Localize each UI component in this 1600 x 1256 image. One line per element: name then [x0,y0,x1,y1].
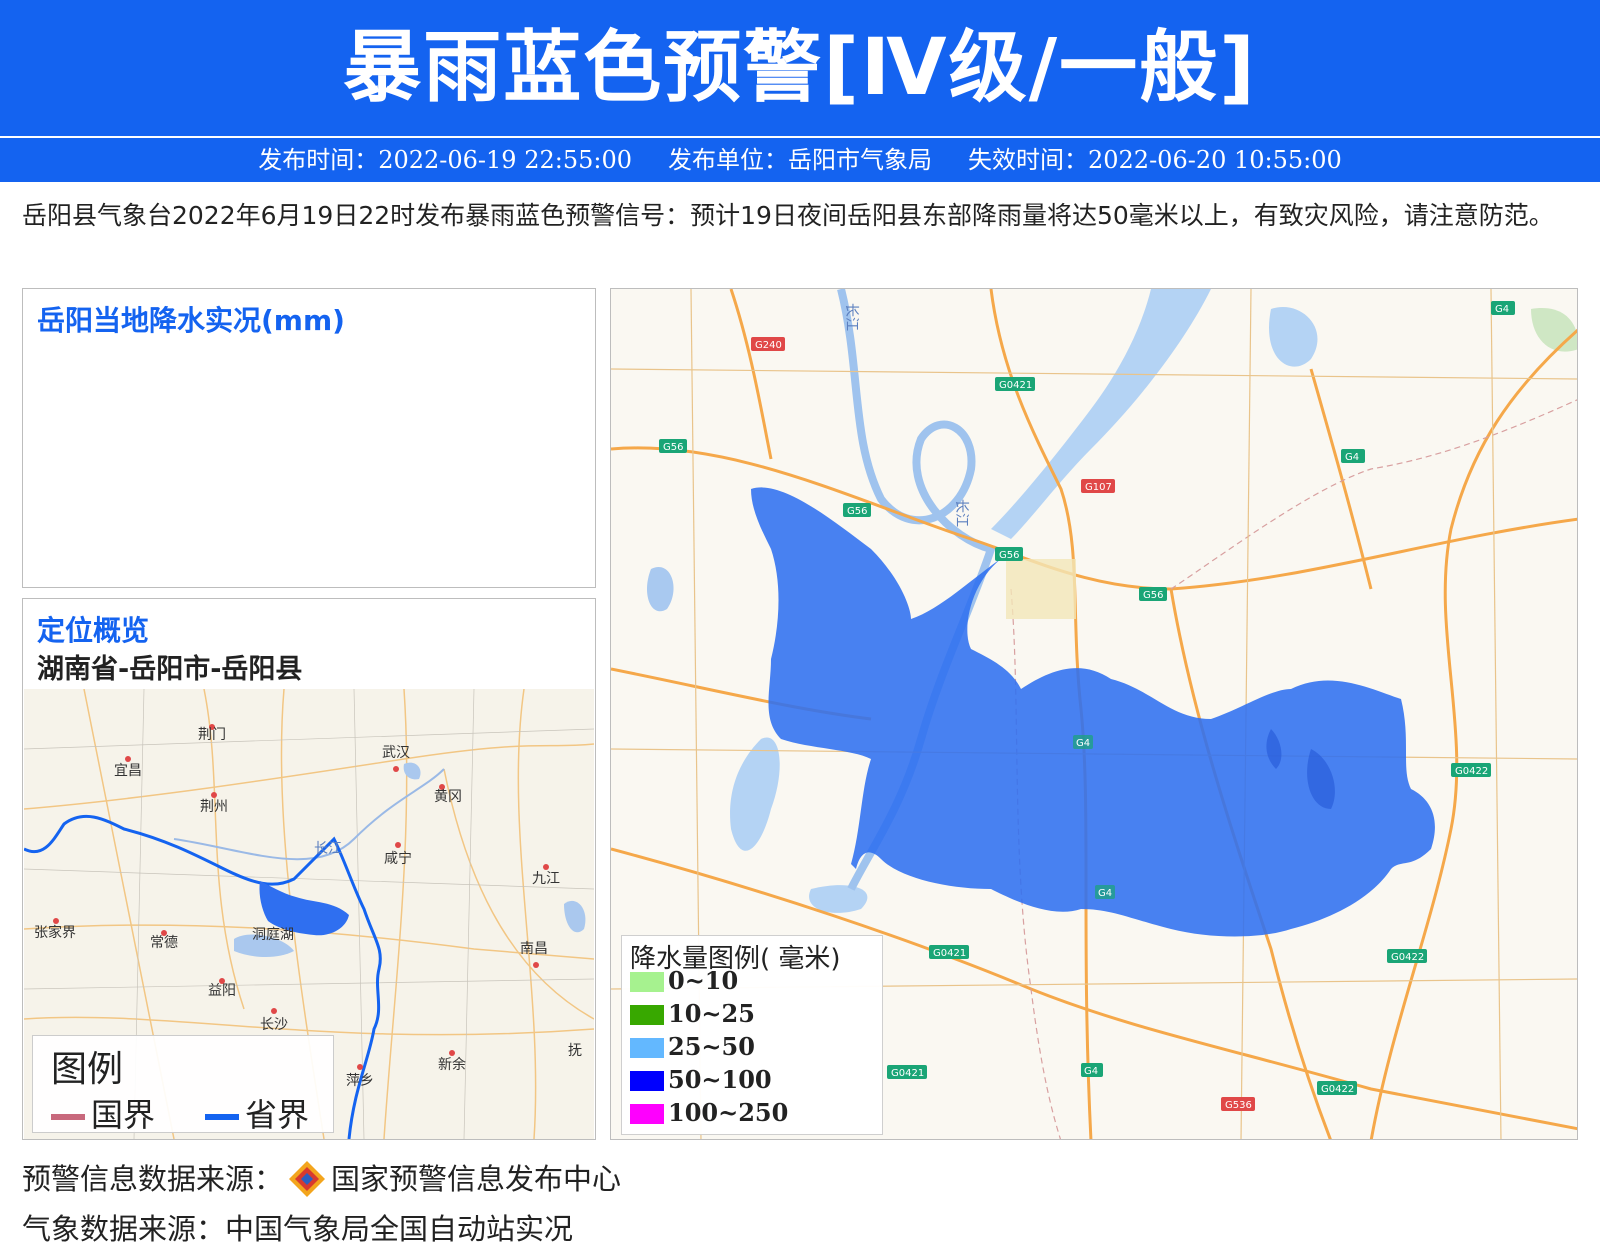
province-border-swatch [205,1114,239,1120]
road-label: G0422 [1455,766,1488,777]
road-label: G0421 [999,380,1032,391]
road-label: G536 [1225,1100,1252,1111]
city-label: 荆门 [198,727,226,743]
road-label: G0421 [933,948,966,959]
overview-map[interactable]: 荆门 武汉 宜昌 荆州 黄冈 咸宁 九江 张家界 常德 洞庭湖 南昌 益阳 长沙… [24,689,594,1139]
rain-panel: 岳阳当地降水实况(mm) [22,288,596,588]
road-label: G56 [1143,590,1163,601]
city-label: 益阳 [208,983,236,999]
road-label: G107 [1085,482,1112,493]
expire-time: 失效时间：2022-06-20 10:55:00 [968,146,1342,174]
city-label: 萍乡 [346,1073,374,1089]
rainfall-swatch [630,1104,664,1124]
legend-item-province-border: 省界 [205,1090,309,1136]
rainfall-legend-item: 10~25 [630,999,755,1029]
overview-legend: 图例 国界 省界 [32,1035,334,1136]
rainfall-legend: 降水量图例( 毫米) 0~10 10~25 25~50 50~100 100~2… [621,935,883,1135]
warning-source-label: 预警信息数据来源： [22,1162,284,1196]
rainfall-legend-label: 0~10 [668,966,739,995]
rainfall-legend-label: 10~25 [668,999,755,1028]
rainfall-swatch [630,1071,664,1091]
road-label: G0422 [1391,952,1424,963]
road-label: G56 [999,550,1019,561]
warning-title: 暴雨蓝色预警[Ⅳ级/一般] [343,23,1257,113]
overview-legend-title: 图例 [51,1049,124,1090]
rainfall-swatch [630,972,664,992]
river-label: 长江 [314,841,342,857]
rainfall-swatch [630,1005,664,1025]
warning-center-logo-icon [289,1161,326,1197]
road-label: G4 [1076,738,1090,749]
rainfall-swatch [630,1038,664,1058]
national-border-swatch [51,1114,85,1120]
rainfall-legend-label: 50~100 [668,1065,772,1094]
warning-source-name[interactable]: 国家预警信息发布中心 [331,1162,621,1196]
city-label: 宜昌 [114,763,142,779]
warning-source: 预警信息数据来源： 国家预警信息发布中心 [22,1156,621,1199]
publisher: 发布单位：岳阳市气象局 [668,146,932,174]
city-label: 咸宁 [384,850,412,867]
legend-item-label: 国界 [91,1096,156,1134]
road-label: G0422 [1321,1084,1354,1095]
warning-description: 岳阳县气象台2022年6月19日22时发布暴雨蓝色预警信号：预计19日夜间岳阳县… [22,201,1554,230]
city-label: 武汉 [382,745,410,761]
weather-source: 气象数据来源：中国气象局全国自动站实况 [22,1212,574,1246]
road-label: G4 [1495,304,1509,315]
road-label: G56 [847,506,867,517]
rainfall-legend-item: 0~10 [630,966,738,996]
road-label: G4 [1084,1066,1098,1077]
road-label: G56 [663,442,683,453]
locate-panel: 定位概览 湖南省-岳阳市-岳阳县 荆门 武汉 宜昌 荆州 黄冈 咸宁 九江 张家… [22,598,596,1140]
city-label: 洞庭湖 [252,926,294,943]
city-label: 黄冈 [434,788,462,805]
rain-panel-title: 岳阳当地降水实况(mm) [37,304,345,337]
rainfall-legend-label: 100~250 [668,1098,789,1127]
city-label: 抚 [568,1043,582,1059]
main-map[interactable]: G240 G0421 G4 G56 G107 G4 G56 G56 G56 G4… [610,288,1578,1140]
rainfall-legend-label: 25~50 [668,1032,755,1061]
river-label: 长江 [843,303,859,331]
locate-panel-title: 定位概览 [37,614,150,647]
road-label: G240 [755,340,782,351]
city-label: 长沙 [260,1017,288,1033]
rainfall-legend-item: 100~250 [630,1098,788,1128]
city-label: 张家界 [34,924,76,941]
legend-item-label: 省界 [245,1096,310,1134]
city-label: 南昌 [520,941,548,957]
road-label: G4 [1098,888,1112,899]
meta-bar: 发布时间：2022-06-19 22:55:00 发布单位：岳阳市气象局 失效时间：… [0,138,1600,182]
locate-region: 湖南省-岳阳市-岳阳县 [37,654,303,685]
rainfall-legend-item: 50~100 [630,1065,772,1095]
legend-item-national-border: 国界 [51,1090,155,1136]
rainfall-legend-item: 25~50 [630,1032,755,1062]
river-label: 长江 [953,499,969,527]
road-label: G0421 [891,1068,924,1079]
publish-time: 发布时间：2022-06-19 22:55:00 [258,146,632,174]
city-label: 九江 [532,871,560,887]
road-label: G4 [1345,452,1359,463]
city-label: 常德 [150,935,178,951]
city-label: 荆州 [200,799,228,815]
city-label: 新余 [438,1056,466,1073]
